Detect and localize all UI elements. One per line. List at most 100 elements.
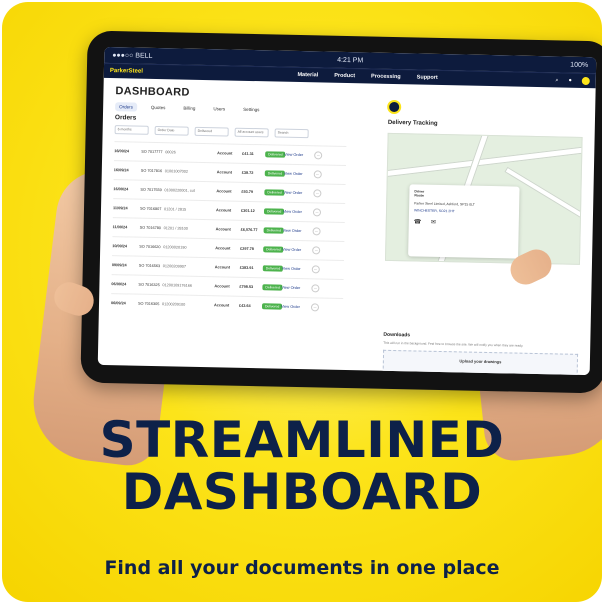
order-amount: £383.91 [239, 265, 254, 271]
order-date: 09/09/24 [111, 263, 127, 268]
route-label: Route [414, 193, 425, 198]
order-ref: 01201 / 28100 [163, 226, 188, 231]
order-number: SO 7016563 [138, 263, 161, 269]
delivery-tracking-panel: Delivery Tracking Driver Route Parker St… [384, 119, 583, 265]
status-badge: Delivered [265, 151, 286, 158]
message-icon[interactable]: ✉ [431, 220, 436, 226]
view-order-link[interactable]: View Order [284, 153, 314, 158]
row-menu-icon[interactable]: ⋯ [310, 303, 320, 312]
status-badge: Delivered [261, 303, 283, 310]
filter-status[interactable]: Delivered [194, 126, 229, 137]
headline-line-2: DASHBOARD [121, 463, 483, 521]
upload-drawings-dropzone[interactable]: Upload your drawings [382, 349, 579, 376]
nav-link-material[interactable]: Material [297, 72, 318, 78]
order-account: Account [216, 170, 233, 175]
promo-card: ●●●○○ BELL 4:21 PM 100% ParkerSteel Mate… [2, 2, 602, 602]
search-icon[interactable]: ⌕ [555, 77, 558, 84]
order-ref: 00026 [165, 150, 176, 155]
nav-link-support[interactable]: Support [417, 74, 438, 80]
destination-address: WINCHESTER, SO21 2HT [414, 208, 455, 214]
table-row[interactable]: 06/09/24 SO 7016305 01200209100 Account £43.… [110, 293, 344, 317]
order-ref: 01201 / 2815 [163, 207, 187, 212]
status-badge: Delivered [264, 170, 286, 177]
order-account: Account [213, 303, 230, 308]
order-number: SO 7016305 [137, 301, 160, 307]
order-ref: 01200020190 [163, 245, 187, 250]
view-order-link[interactable]: View Order [284, 172, 314, 177]
downloads-text: This will run in the background. Feel fr… [383, 340, 524, 348]
order-date: 11/09/24 [112, 225, 128, 230]
order-account: Account [214, 284, 230, 289]
downloads-title: Downloads [383, 331, 411, 339]
tab-settings[interactable]: Settings [239, 105, 263, 115]
row-menu-icon[interactable]: ⋯ [313, 170, 322, 179]
view-order-link[interactable]: View Order [281, 305, 311, 310]
view-order-link[interactable]: View Order [283, 210, 313, 215]
status-badge: Delivered [263, 227, 284, 234]
delivery-map[interactable]: Driver Route Parker Steel Limited, Ashfo… [384, 132, 583, 265]
order-account: Account [217, 151, 233, 156]
order-ref: 01200209100 [161, 302, 186, 307]
brand-logo[interactable]: ParkerSteel [110, 68, 180, 75]
row-menu-icon[interactable]: ⋯ [311, 284, 320, 293]
driver-info-card: Driver Route Parker Steel Limited, Ashfo… [408, 184, 520, 259]
order-number: SO 7016780 [139, 225, 161, 231]
order-filters: 6 months Order Date Delivered All accoun… [114, 125, 309, 139]
order-number: SO 7017559 [140, 187, 162, 193]
order-date: 06/09/24 [110, 301, 126, 306]
filter-users[interactable]: All account users [234, 127, 269, 138]
row-menu-icon[interactable]: ⋯ [312, 227, 321, 236]
order-amount: £93.79 [241, 189, 254, 195]
order-account: Account [215, 246, 231, 251]
view-order-link[interactable]: View Order [281, 286, 311, 291]
nav-link-product[interactable]: Product [334, 73, 355, 79]
view-order-link[interactable]: View Order [282, 248, 312, 253]
orders-table: 16/09/24 SO 7017777 00026 Account £41.31 Deli… [110, 141, 347, 317]
filter-sort[interactable]: Order Date [154, 125, 189, 136]
order-account: Account [216, 189, 232, 194]
order-date: 16/09/24 [113, 168, 129, 173]
filter-period[interactable]: 6 months [114, 125, 149, 135]
tab-orders[interactable]: Orders [115, 102, 138, 112]
status-badge: Delivered [262, 265, 284, 272]
order-ref: 01000220001, cut [164, 188, 195, 193]
row-menu-icon[interactable]: ⋯ [312, 246, 321, 255]
order-amount: £297.78 [240, 246, 254, 252]
row-menu-icon[interactable]: ⋯ [313, 189, 322, 198]
status-badge: Delivered [263, 246, 284, 253]
order-ref: 01200109176166 [162, 283, 193, 288]
view-order-link[interactable]: View Order [283, 191, 313, 196]
order-ref: 01001007002 [164, 169, 189, 174]
headline: STREAMLINED DASHBOARD [2, 414, 602, 518]
order-date: 10/09/24 [112, 244, 128, 249]
delivery-title: Delivery Tracking [387, 119, 438, 127]
tab-users[interactable]: Users [209, 104, 229, 113]
row-menu-icon[interactable]: ⋯ [314, 151, 323, 160]
phone-icon[interactable]: ☎ [414, 219, 422, 225]
order-amount: £43.64 [238, 303, 251, 309]
order-amount: £301.12 [240, 208, 255, 214]
search-input[interactable]: Search [274, 128, 309, 139]
order-amount: £798.53 [239, 284, 254, 290]
tagline: Find all your documents in one place [104, 557, 500, 579]
row-menu-icon[interactable]: ⋯ [311, 265, 320, 274]
status-badge: Delivered [264, 189, 285, 196]
canvas: ●●●○○ BELL 4:21 PM 100% ParkerSteel Mate… [0, 0, 614, 614]
order-number: SO 7016325 [138, 282, 160, 288]
order-amount: £41.31 [242, 151, 254, 157]
account-icon[interactable] [581, 76, 590, 86]
view-order-link[interactable]: View Order [283, 229, 313, 234]
order-number: SO 7017816 [140, 168, 163, 174]
view-order-link[interactable]: View Order [282, 267, 312, 272]
order-account: Account [214, 265, 231, 270]
tab-quotes[interactable]: Quotes [147, 103, 170, 112]
dashboard-content: DASHBOARD Orders Quotes Billing Users Se… [98, 78, 596, 376]
basket-icon[interactable]: ● [568, 78, 571, 84]
order-date: 16/09/24 [114, 149, 130, 154]
orders-heading: Orders [114, 114, 137, 122]
nav-link-processing[interactable]: Processing [371, 73, 401, 80]
origin-address: Parker Steel Limited, Ashford, SP15 0LT [414, 201, 475, 207]
tab-billing[interactable]: Billing [179, 103, 199, 112]
row-menu-icon[interactable]: ⋯ [312, 208, 322, 217]
order-date: 06/09/24 [111, 282, 127, 287]
